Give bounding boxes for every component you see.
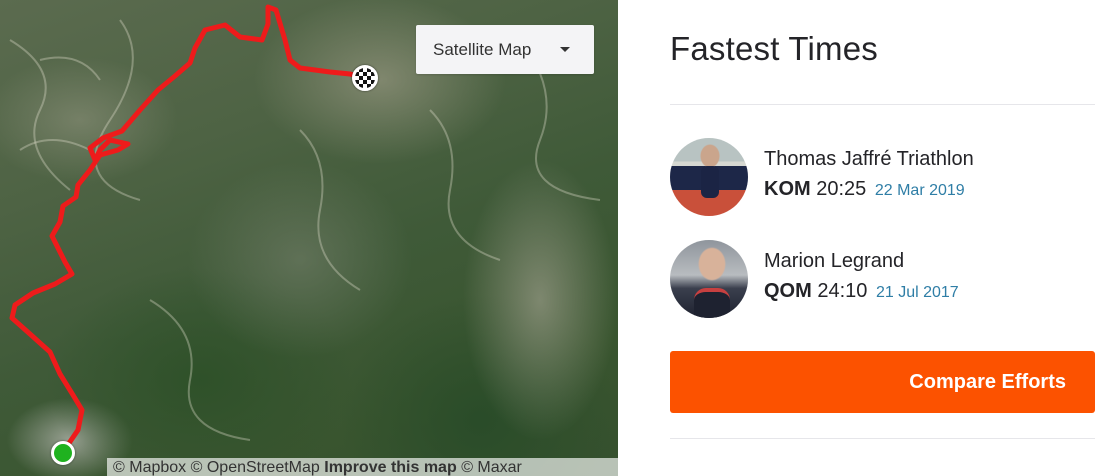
caret-down-icon <box>560 47 570 52</box>
avatar[interactable] <box>670 240 748 318</box>
start-marker-icon[interactable] <box>51 441 75 465</box>
improve-map-link[interactable]: Improve this map <box>324 459 456 476</box>
record-date-link[interactable]: 21 Jul 2017 <box>876 284 959 301</box>
record-line: QOM 24:10 21 Jul 2017 <box>764 280 959 303</box>
map-attribution: © Mapbox © OpenStreetMap Improve this ma… <box>107 458 618 476</box>
segment-map[interactable]: Satellite Map © Mapbox © OpenStreetMap I… <box>0 0 618 476</box>
record-time: 20:25 <box>816 178 867 200</box>
compare-efforts-button[interactable]: Compare Efforts <box>670 351 1095 413</box>
record-time: 24:10 <box>817 280 868 302</box>
map-type-dropdown[interactable]: Satellite Map <box>416 25 594 74</box>
map-type-label: Satellite Map <box>433 39 532 59</box>
athlete-name-link[interactable]: Thomas Jaffré Triathlon <box>764 148 974 171</box>
fastest-times-panel: Fastest Times Thomas Jaffré Triathlon KO… <box>670 0 1095 476</box>
checkered-flag-icon[interactable] <box>352 65 378 91</box>
record-date-link[interactable]: 22 Mar 2019 <box>875 182 965 199</box>
section-title: Fastest Times <box>670 30 878 67</box>
kom-badge: KOM <box>764 178 811 200</box>
osm-link[interactable]: © OpenStreetMap <box>191 459 320 476</box>
qom-badge: QOM <box>764 280 812 302</box>
avatar[interactable] <box>670 138 748 216</box>
divider <box>670 438 1095 439</box>
leader-row-qom: Marion Legrand QOM 24:10 21 Jul 2017 <box>670 240 1095 320</box>
divider <box>670 104 1095 105</box>
maxar-link[interactable]: © Maxar <box>461 459 522 476</box>
athlete-name-link[interactable]: Marion Legrand <box>764 250 904 273</box>
record-line: KOM 20:25 22 Mar 2019 <box>764 178 965 201</box>
leader-row-kom: Thomas Jaffré Triathlon KOM 20:25 22 Mar… <box>670 138 1095 218</box>
mapbox-link[interactable]: © Mapbox <box>113 459 186 476</box>
